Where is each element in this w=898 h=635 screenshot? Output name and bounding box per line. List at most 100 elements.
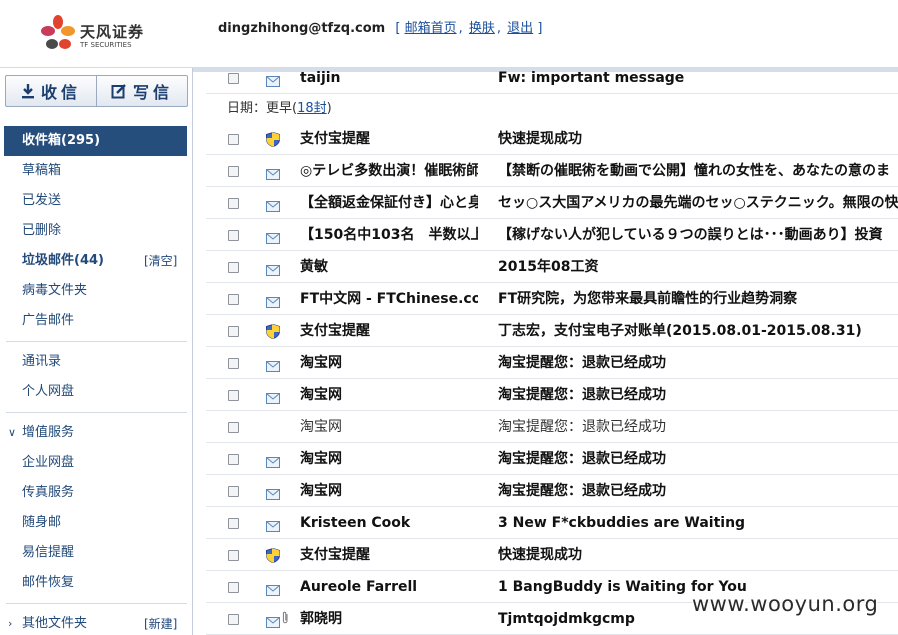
mail-subject[interactable]: Fw: important message — [498, 68, 898, 94]
mail-select-checkbox[interactable] — [228, 198, 239, 209]
mail-subject[interactable]: 快速提现成功 — [498, 539, 898, 571]
mail-subject[interactable]: 淘宝提醒您：退款已经成功 — [498, 443, 898, 475]
mail-row[interactable]: 淘宝网 淘宝提醒您：退款已经成功 — [206, 443, 898, 475]
change-skin-link[interactable]: 换肤 — [469, 21, 495, 36]
mail-sender[interactable]: Aureole Farrell — [300, 571, 478, 603]
mailbox-home-link[interactable]: 邮箱首页 — [405, 21, 457, 36]
mail-sender[interactable]: 淘宝网 — [300, 443, 478, 475]
mail-sender[interactable]: 【全額返金保証付き】心と身体 — [300, 187, 478, 219]
bracket-open: [ — [395, 21, 401, 36]
mail-sender[interactable]: 支付宝提醒 — [300, 123, 478, 155]
mail-row[interactable]: 支付宝提醒 快速提现成功 — [206, 539, 898, 571]
mail-sender[interactable]: 淘宝网 — [300, 411, 478, 443]
mail-row[interactable]: FT中文网 - FTChinese.com FT研究院，为您带来最具前瞻性的行业趋… — [206, 283, 898, 315]
mail-subject[interactable]: 淘宝提醒您：退款已经成功 — [498, 379, 898, 411]
mail-row[interactable]: 【全額返金保証付き】心と身体 セッ○ス大国アメリカの最先端のセッ○ステクニック。無… — [206, 187, 898, 219]
mail-sender[interactable]: 淘宝网 — [300, 347, 478, 379]
sidebar-item-enterprise-disk[interactable]: 企业网盘 — [0, 448, 193, 478]
new-folder-link[interactable]: [新建] — [144, 609, 177, 635]
mail-sender[interactable]: Kristeen Cook — [300, 507, 478, 539]
mail-subject[interactable]: 3 New F*ckbuddies are Waiting — [498, 507, 898, 539]
mail-select-checkbox[interactable] — [228, 73, 239, 84]
sidebar-item-label: 易信提醒 — [22, 545, 75, 560]
folder-deleted[interactable]: 已删除 — [0, 216, 193, 246]
mail-sender[interactable]: taijin — [300, 68, 478, 94]
mail-select-checkbox[interactable] — [228, 582, 239, 593]
watermark: www.wooyun.org — [692, 592, 879, 616]
mail-subject[interactable]: 【禁断の催眠術を動画で公開】憧れの女性を、あなたの意のま — [498, 155, 898, 187]
mail-sender[interactable]: 【150名中103名 半数以上 — [300, 219, 478, 251]
envelope-icon — [266, 389, 280, 408]
mail-row[interactable]: 【150名中103名 半数以上 【稼げない人が犯している９つの誤りとは･･･動画あ… — [206, 219, 898, 251]
folder-ads[interactable]: 广告邮件 — [0, 306, 193, 336]
sidebar-item-yixin-alert[interactable]: 易信提醒 — [0, 538, 193, 568]
mail-select-checkbox[interactable] — [228, 230, 239, 241]
mail-row[interactable]: 支付宝提醒 快速提现成功 — [206, 123, 898, 155]
sidebar-item-contacts[interactable]: 通讯录 — [0, 347, 193, 377]
compose-mail-button[interactable]: 写信 — [96, 76, 187, 106]
mail-select-checkbox[interactable] — [228, 550, 239, 561]
folder-drafts[interactable]: 草稿箱 — [0, 156, 193, 186]
mail-subject[interactable]: 快速提现成功 — [498, 123, 898, 155]
sidebar-item-mobile-mail[interactable]: 随身邮 — [0, 508, 193, 538]
mail-sender[interactable]: ◎テレビ多数出演！催眠術師 — [300, 155, 478, 187]
folder-label: 已删除 — [22, 223, 62, 238]
mail-row[interactable]: 支付宝提醒 丁志宏，支付宝电子对账单(2015.08.01-2015.08.31) — [206, 315, 898, 347]
mail-row[interactable]: 淘宝网 淘宝提醒您：退款已经成功 — [206, 475, 898, 507]
mail-sender[interactable]: 支付宝提醒 — [300, 539, 478, 571]
mail-subject[interactable]: 2015年08工资 — [498, 251, 898, 283]
date-group-count-link[interactable]: 18封 — [297, 101, 327, 116]
folder-virus[interactable]: 病毒文件夹 — [0, 276, 193, 306]
receive-mail-button[interactable]: 收信 — [6, 76, 96, 106]
value-added-services-group[interactable]: ∨ 增值服务 — [0, 418, 193, 448]
mail-subject[interactable]: 淘宝提醒您：退款已经成功 — [498, 475, 898, 507]
mail-subject[interactable]: 淘宝提醒您：退款已经成功 — [498, 347, 898, 379]
empty-spam-link[interactable]: [清空] — [144, 246, 177, 276]
mail-row[interactable]: 淘宝网 淘宝提醒您：退款已经成功 — [206, 411, 898, 443]
mail-select-checkbox[interactable] — [228, 422, 239, 433]
mail-select-checkbox[interactable] — [228, 454, 239, 465]
mail-sender[interactable]: FT中文网 - FTChinese.com — [300, 283, 478, 315]
sidebar-item-mail-recovery[interactable]: 邮件恢复 — [0, 568, 193, 598]
sidebar-item-personal-disk[interactable]: 个人网盘 — [0, 377, 193, 407]
mail-subject[interactable]: 淘宝提醒您：退款已经成功 — [498, 411, 898, 443]
shield-icon — [266, 323, 280, 343]
mail-select-checkbox[interactable] — [228, 614, 239, 625]
sidebar-item-fax[interactable]: 传真服务 — [0, 478, 193, 508]
webmail-window: 天风证券 TF SECURITIES dingzhihong@tfzq.com … — [0, 0, 898, 635]
mail-row[interactable]: 黄敏 2015年08工资 — [206, 251, 898, 283]
mail-subject[interactable]: 【稼げない人が犯している９つの誤りとは･･･動画あり】投資 — [498, 219, 898, 251]
mail-sender[interactable]: 黄敏 — [300, 251, 478, 283]
mail-sender[interactable]: 支付宝提醒 — [300, 315, 478, 347]
mail-subject[interactable]: 丁志宏，支付宝电子对账单(2015.08.01-2015.08.31) — [498, 315, 898, 347]
mail-select-checkbox[interactable] — [228, 134, 239, 145]
mail-row[interactable]: taijin Fw: important message — [206, 68, 898, 94]
folder-sent[interactable]: 已发送 — [0, 186, 193, 216]
folder-menu: 收件箱(295) 草稿箱 已发送 已删除 垃圾邮件(44) [清空] 病毒文件夹… — [0, 126, 193, 635]
mail-select-checkbox[interactable] — [228, 518, 239, 529]
mail-select-checkbox[interactable] — [228, 166, 239, 177]
mail-sender[interactable]: 淘宝网 — [300, 475, 478, 507]
folder-inbox[interactable]: 收件箱(295) — [4, 126, 187, 156]
mail-row[interactable]: Kristeen Cook 3 New F*ckbuddies are Waiti… — [206, 507, 898, 539]
other-folders-group[interactable]: › 其他文件夹 [新建] — [0, 609, 193, 635]
mail-select-checkbox[interactable] — [228, 294, 239, 305]
mail-select-checkbox[interactable] — [228, 486, 239, 497]
folder-label: 收件箱(295) — [22, 133, 101, 148]
mail-row[interactable]: 淘宝网 淘宝提醒您：退款已经成功 — [206, 347, 898, 379]
mail-select-checkbox[interactable] — [228, 390, 239, 401]
mail-sender[interactable]: 郭晓明 — [300, 603, 478, 635]
mail-subject[interactable]: セッ○ス大国アメリカの最先端のセッ○ステクニック。無限の快 — [498, 187, 898, 219]
company-logo[interactable]: 天风证券 TF SECURITIES — [40, 14, 150, 56]
mail-subject[interactable]: FT研究院，为您带来最具前瞻性的行业趋势洞察 — [498, 283, 898, 315]
folder-label: 广告邮件 — [22, 313, 75, 328]
mail-select-checkbox[interactable] — [228, 326, 239, 337]
mail-select-checkbox[interactable] — [228, 358, 239, 369]
mail-row[interactable]: ◎テレビ多数出演！催眠術師 【禁断の催眠術を動画で公開】憧れの女性を、あなたの意の… — [206, 155, 898, 187]
mail-select-checkbox[interactable] — [228, 262, 239, 273]
mail-row[interactable]: 淘宝网 淘宝提醒您：退款已经成功 — [206, 379, 898, 411]
folder-spam[interactable]: 垃圾邮件(44) [清空] — [0, 246, 193, 276]
shield-icon — [266, 547, 280, 567]
logout-link[interactable]: 退出 — [507, 21, 533, 36]
mail-sender[interactable]: 淘宝网 — [300, 379, 478, 411]
